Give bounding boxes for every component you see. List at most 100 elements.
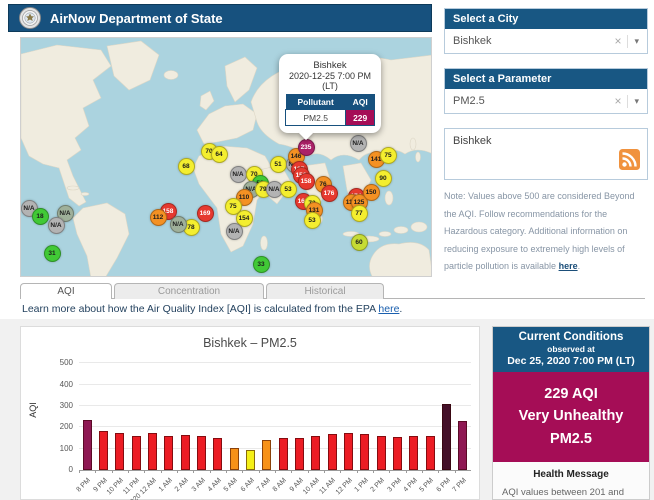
current-aqi-pollutant: PM2.5 bbox=[493, 428, 649, 450]
app-header: AirNow Department of State bbox=[8, 4, 432, 32]
popup-col-pollutant: Pollutant bbox=[286, 94, 346, 110]
parameter-select-value: PM2.5 bbox=[453, 95, 485, 107]
x-tick-mark bbox=[422, 470, 423, 473]
map-popup: Bishkek 2020-12-25 7:00 PM (LT) Pollutan… bbox=[279, 54, 381, 133]
note-here-link[interactable]: here bbox=[559, 261, 578, 271]
chart-bar bbox=[377, 436, 386, 470]
chart-bar bbox=[295, 438, 304, 470]
x-tick-mark bbox=[406, 470, 407, 473]
map-marker[interactable]: 77 bbox=[351, 205, 368, 222]
map-marker[interactable]: 112 bbox=[150, 209, 167, 226]
health-message-section: Health Message AQI values between 201 an… bbox=[493, 462, 649, 500]
chart-bar bbox=[83, 420, 92, 470]
chart-bar bbox=[458, 421, 467, 470]
select-city-box: Select a City Bishkek × ▾ bbox=[444, 8, 648, 54]
map-marker[interactable]: 150 bbox=[363, 184, 380, 201]
parameter-select[interactable]: PM2.5 × ▾ bbox=[445, 89, 647, 113]
x-tick-mark bbox=[112, 470, 113, 473]
current-aqi-category: Very Unhealthy bbox=[493, 405, 649, 427]
map-marker[interactable]: 18 bbox=[32, 208, 49, 225]
tab-concentration[interactable]: Concentration bbox=[114, 283, 264, 299]
y-tick-label: 0 bbox=[47, 465, 73, 474]
chart-plot-area: 8 PM9 PM10 PM11 PM12/25/2020 12 AM1 AM2 … bbox=[79, 359, 471, 471]
chart-bar bbox=[181, 435, 190, 470]
learn-more-text: Learn more about how the Air Quality Ind… bbox=[22, 303, 402, 315]
chart-bar bbox=[99, 431, 108, 470]
x-tick-mark bbox=[79, 470, 80, 473]
chart-title: Bishkek – PM2.5 bbox=[21, 336, 479, 350]
chart-bar bbox=[360, 434, 369, 470]
divider bbox=[627, 35, 628, 48]
city-select[interactable]: Bishkek × ▾ bbox=[445, 29, 647, 53]
observed-datetime: Dec 25, 2020 7:00 PM (LT) bbox=[495, 355, 647, 367]
airnow-page: AirNow Department of State bbox=[0, 0, 654, 500]
chart-bars bbox=[79, 359, 471, 470]
map-marker[interactable]: 235 bbox=[298, 139, 315, 156]
x-tick-mark bbox=[177, 470, 178, 473]
map-marker[interactable]: 53 bbox=[280, 181, 297, 198]
popup-city: Bishkek bbox=[285, 60, 375, 71]
map-marker[interactable]: 176 bbox=[321, 185, 338, 202]
select-parameter-box: Select a Parameter PM2.5 × ▾ bbox=[444, 68, 648, 114]
chart-bar bbox=[213, 438, 222, 470]
chart-bar bbox=[409, 436, 418, 470]
y-tick-label: 400 bbox=[47, 380, 73, 389]
y-tick-label: 500 bbox=[47, 358, 73, 367]
map-marker[interactable]: 60 bbox=[351, 234, 368, 251]
x-tick-mark bbox=[291, 470, 292, 473]
chart-bar bbox=[164, 436, 173, 470]
select-parameter-label: Select a Parameter bbox=[445, 69, 647, 89]
map-marker[interactable]: N/A bbox=[226, 223, 243, 240]
tab-aqi[interactable]: AQI bbox=[20, 283, 112, 299]
city-dropdown-caret-icon[interactable]: ▾ bbox=[634, 36, 639, 47]
map-marker[interactable]: N/A bbox=[350, 135, 367, 152]
chart-bar bbox=[344, 433, 353, 470]
divider bbox=[627, 95, 628, 108]
x-tick-mark bbox=[455, 470, 456, 473]
map-marker[interactable]: 33 bbox=[253, 256, 270, 273]
x-tick-mark bbox=[275, 470, 276, 473]
x-tick-mark bbox=[389, 470, 390, 473]
map-marker[interactable]: 169 bbox=[197, 205, 214, 222]
page-title: AirNow Department of State bbox=[50, 11, 223, 26]
map-marker[interactable]: N/A bbox=[48, 217, 65, 234]
map-marker[interactable]: N/A bbox=[170, 216, 187, 233]
y-tick-label: 300 bbox=[47, 401, 73, 410]
map-marker[interactable]: 68 bbox=[178, 158, 195, 175]
current-aqi-block: 229 AQI Very Unhealthy PM2.5 bbox=[493, 372, 649, 462]
parameter-dropdown-caret-icon[interactable]: ▾ bbox=[634, 96, 639, 107]
learn-more-here-link[interactable]: here bbox=[378, 303, 399, 315]
map-marker[interactable]: 90 bbox=[375, 170, 392, 187]
x-tick-mark bbox=[95, 470, 96, 473]
popup-col-aqi: AQI bbox=[346, 94, 375, 110]
current-conditions-header: Current Conditions observed at Dec 25, 2… bbox=[493, 327, 649, 372]
popup-datetime: 2020-12-25 7:00 PM bbox=[285, 71, 375, 81]
aqi-chart-panel: Bishkek – PM2.5 AQI 8 PM9 PM10 PM11 PM12… bbox=[20, 326, 480, 500]
chart-bar bbox=[442, 404, 451, 470]
chart-bar bbox=[115, 433, 124, 470]
world-aqi-map[interactable]: N/A18N/AN/A316815811278N/A169706451N/A70… bbox=[20, 37, 432, 277]
rss-city-label: Bishkek bbox=[453, 135, 492, 147]
chart-bar bbox=[328, 434, 337, 470]
state-department-seal-icon bbox=[19, 7, 41, 29]
y-tick-label: 100 bbox=[47, 444, 73, 453]
map-marker[interactable]: N/A bbox=[230, 166, 247, 183]
tab-historical[interactable]: Historical bbox=[266, 283, 384, 299]
map-marker[interactable]: 51 bbox=[270, 156, 287, 173]
map-marker[interactable]: 31 bbox=[44, 245, 61, 262]
parameter-clear-icon[interactable]: × bbox=[614, 94, 621, 108]
select-city-label: Select a City bbox=[445, 9, 647, 29]
map-marker[interactable]: 53 bbox=[304, 212, 321, 229]
map-marker[interactable]: 75 bbox=[380, 147, 397, 164]
map-marker[interactable]: 64 bbox=[211, 146, 228, 163]
rss-icon[interactable] bbox=[619, 149, 640, 173]
current-conditions-panel: Current Conditions observed at Dec 25, 2… bbox=[492, 326, 650, 500]
city-clear-icon[interactable]: × bbox=[614, 34, 621, 48]
x-tick-mark bbox=[438, 470, 439, 473]
tab-strip: AQI Concentration Historical bbox=[20, 283, 645, 299]
popup-table: Pollutant AQI PM2.5 229 bbox=[285, 94, 375, 126]
chart-bar bbox=[279, 438, 288, 470]
map-marker[interactable]: 158 bbox=[298, 173, 315, 190]
chart-bar bbox=[426, 436, 435, 470]
health-message-text: AQI values between 201 and 300 trigger a… bbox=[502, 485, 640, 500]
